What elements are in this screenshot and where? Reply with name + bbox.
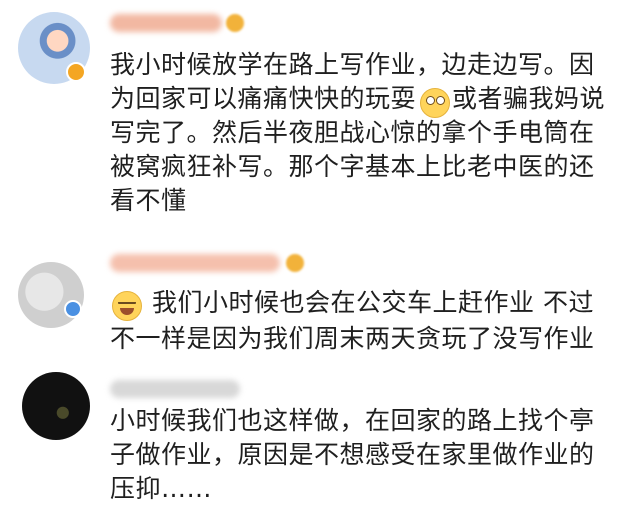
- blurred-username[interactable]: [110, 380, 240, 398]
- comment-text-line: 我小时候放学在路上写作业，边走边写。因: [110, 50, 595, 79]
- comment-text-line: 或者骗我妈说: [452, 84, 606, 113]
- crying-laughing-emoji-icon: [112, 291, 142, 321]
- member-badge-icon: [226, 14, 244, 32]
- blurred-username[interactable]: [110, 254, 280, 272]
- comment-text-line: 为回家可以痛痛快快的玩耍: [110, 84, 417, 113]
- avatar[interactable]: [18, 262, 84, 328]
- comment-text-line: 小时候我们也这样做，在回家的路上找个亭: [110, 406, 595, 435]
- comment-text-line: 看不懂: [110, 186, 187, 215]
- comment-text-line: 被窝疯狂补写。那个字基本上比老中医的还: [110, 152, 595, 181]
- comment-text-line: 写完了。然后半夜胆战心惊的拿个手电筒在: [110, 118, 595, 147]
- eye-roll-emoji-icon: [420, 88, 450, 118]
- comment-text-line: 子做作业，原因是不想感受在家里做作业的: [110, 440, 595, 469]
- blurred-username[interactable]: [110, 14, 222, 32]
- verified-badge-icon: [64, 300, 82, 318]
- comment-text-line: 压抑……: [110, 474, 213, 503]
- comment-text-line: 我们小时候也会在公交车上赶作业 不过: [152, 288, 594, 317]
- member-badge-icon: [286, 254, 304, 272]
- avatar[interactable]: [22, 372, 90, 440]
- comment-text-line: 不一样是因为我们周末两天贪玩了没写作业: [110, 324, 595, 353]
- verified-badge-icon: [66, 62, 86, 82]
